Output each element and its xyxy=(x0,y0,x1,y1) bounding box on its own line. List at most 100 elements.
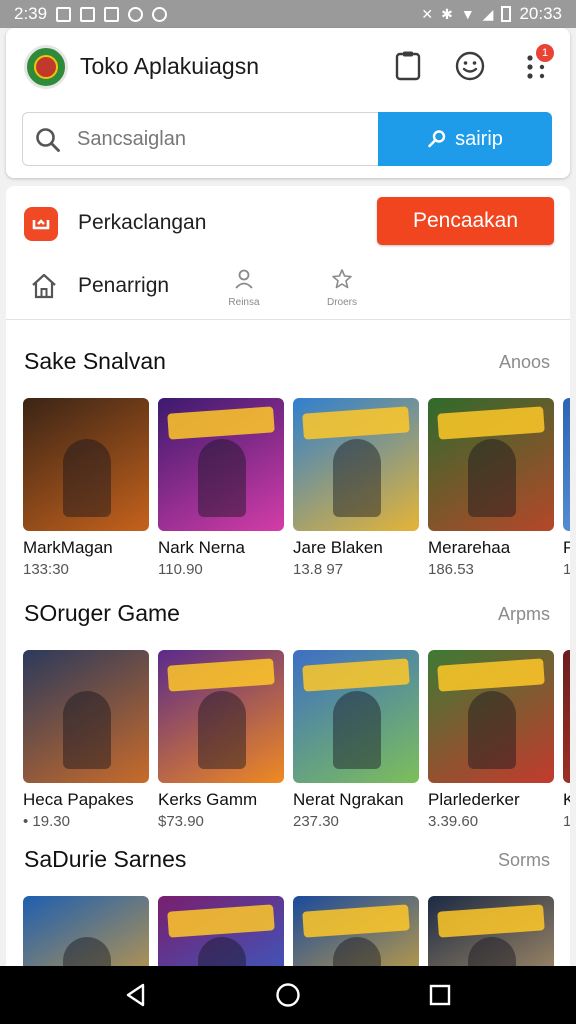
game-price: 133:30 xyxy=(23,561,69,578)
game-character-art xyxy=(333,691,381,769)
nav-item-reinsa[interactable]: Reinsa xyxy=(214,268,274,308)
game-name: MarkMagan xyxy=(23,538,113,557)
game-thumbnail xyxy=(293,398,419,531)
bluetooth-icon: ✱ xyxy=(441,5,453,22)
search-button[interactable]: sairip xyxy=(378,112,552,166)
game-thumbnail xyxy=(158,896,284,966)
game-thumbnail xyxy=(23,650,149,783)
game-character-art xyxy=(468,691,516,769)
recents-button[interactable] xyxy=(420,975,460,1015)
person-icon xyxy=(235,269,253,289)
signal-icon: ◢ xyxy=(482,5,494,22)
game-card[interactable]: P1 xyxy=(563,398,570,578)
game-card[interactable]: Nerat Ngrakan 237.30 xyxy=(293,650,419,830)
game-card[interactable] xyxy=(428,896,554,966)
section-see-more-link[interactable]: Anoos xyxy=(499,352,550,373)
game-thumbnail xyxy=(293,650,419,783)
section-see-more-link[interactable]: Arpms xyxy=(498,604,550,625)
game-thumbnail xyxy=(23,398,149,531)
home-button[interactable] xyxy=(268,975,308,1015)
clipboard-icon xyxy=(395,51,421,81)
game-card[interactable]: K1 xyxy=(563,650,570,830)
game-card[interactable]: Heca Papakes • 19.30 xyxy=(23,650,149,830)
game-title-art xyxy=(437,406,545,440)
game-price: • 19.30 xyxy=(23,813,70,830)
app-header: Toko Aplakuiagsn 1 Sancsaiglan sairip xyxy=(6,28,570,178)
game-card[interactable] xyxy=(158,896,284,966)
game-price: 1 xyxy=(563,561,570,578)
game-thumbnail xyxy=(428,650,554,783)
status-bar: 2:39 ✕ ✱ ▼ ◢ 20:33 xyxy=(0,0,576,28)
game-name: Merarehaa xyxy=(428,538,511,557)
profile-button[interactable] xyxy=(452,48,488,84)
wifi-icon: ▼ xyxy=(460,6,475,22)
refresh-icon xyxy=(128,6,144,22)
status-time-left: 2:39 xyxy=(14,4,48,23)
game-character-art xyxy=(198,937,246,966)
search-key-icon xyxy=(428,130,446,148)
game-card[interactable]: Jare Blaken 13.8 97 xyxy=(293,398,419,578)
game-thumbnail xyxy=(563,398,570,531)
section-title: Sake Snalvan xyxy=(24,348,166,374)
calendar-icon xyxy=(104,6,120,22)
category-nav: Penarrign Reinsa Droers xyxy=(6,260,570,320)
game-price: 3.39.60 xyxy=(428,813,479,830)
clipboard-button[interactable] xyxy=(390,48,426,84)
game-title-art xyxy=(437,904,545,938)
gallery-icon xyxy=(80,6,96,22)
game-character-art xyxy=(333,937,381,966)
game-name: Nerat Ngrakan xyxy=(293,790,404,809)
game-name: Plarlederker xyxy=(428,790,520,809)
nav-home-label[interactable]: Penarrign xyxy=(78,274,169,298)
game-thumbnail xyxy=(293,896,419,966)
game-title-art xyxy=(302,658,410,692)
game-name: K xyxy=(563,790,570,809)
game-character-art xyxy=(333,439,381,517)
game-card[interactable]: Nark Nerna 110.90 xyxy=(158,398,284,578)
game-card[interactable]: Plarlederker 3.39.60 xyxy=(428,650,554,830)
game-character-art xyxy=(63,439,111,517)
game-card[interactable] xyxy=(23,896,149,966)
promo-button[interactable]: Pencaakan xyxy=(377,197,554,245)
game-title-art xyxy=(302,904,410,938)
game-thumbnail xyxy=(563,650,570,783)
section-see-more-link[interactable]: Sorms xyxy=(498,850,550,871)
game-price: 1 xyxy=(563,813,570,830)
game-title-art xyxy=(302,406,410,440)
home-circle-icon xyxy=(276,983,300,1007)
back-button[interactable] xyxy=(116,975,156,1015)
mail-icon xyxy=(56,6,72,22)
game-character-art xyxy=(468,937,516,966)
system-nav-bar xyxy=(0,966,576,1024)
game-card[interactable] xyxy=(293,896,419,966)
game-price: 237.30 xyxy=(293,813,339,830)
home-icon xyxy=(32,273,56,299)
more-menu-button[interactable]: 1 xyxy=(516,44,554,84)
game-price: 13.8 97 xyxy=(293,561,344,578)
game-character-art xyxy=(63,691,111,769)
search-input[interactable] xyxy=(77,121,377,157)
mute-icon: ✕ xyxy=(421,5,434,22)
notification-badge: 1 xyxy=(536,44,554,62)
game-card[interactable]: Kerks Gamm $73.90 xyxy=(158,650,284,830)
game-thumbnail xyxy=(23,896,149,966)
game-character-art xyxy=(468,439,516,517)
section-title: SaDurie Sarnes xyxy=(24,846,187,872)
compass-icon xyxy=(152,6,168,22)
game-name: Kerks Gamm xyxy=(158,790,258,809)
back-icon xyxy=(126,983,145,1007)
battery-icon xyxy=(501,6,512,22)
game-thumbnail xyxy=(428,896,554,966)
game-card[interactable]: Merarehaa 186.53 xyxy=(428,398,554,578)
game-card[interactable]: MarkMagan 133:30 xyxy=(23,398,149,578)
game-name: P xyxy=(563,538,570,557)
nav-item-droers-label: Droers xyxy=(326,297,357,308)
smiley-icon xyxy=(455,51,485,81)
star-icon xyxy=(332,269,352,289)
search-bar: sairip xyxy=(22,112,552,166)
game-title-art xyxy=(167,406,275,440)
status-time-right: 20:33 xyxy=(519,4,562,23)
nav-item-droers[interactable]: Droers xyxy=(312,268,372,308)
game-name: Heca Papakes xyxy=(23,790,134,809)
game-thumbnail xyxy=(428,398,554,531)
